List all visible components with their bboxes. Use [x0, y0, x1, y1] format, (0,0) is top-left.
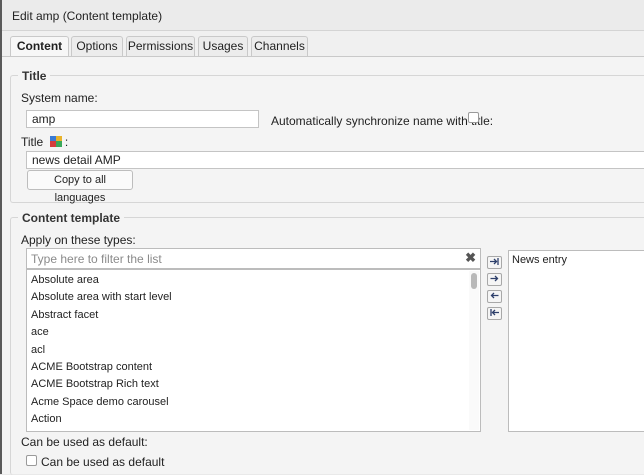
double-arrow-right-icon	[490, 258, 499, 265]
copy-to-all-languages-button[interactable]: Copy to all languages	[27, 170, 133, 204]
title-label-text: Title	[21, 135, 44, 149]
list-item[interactable]: Absolute area	[31, 274, 99, 286]
add-button[interactable]	[487, 273, 502, 286]
tab-channels[interactable]: Channels	[251, 36, 308, 56]
system-name-input[interactable]	[26, 110, 259, 128]
language-flag-icon	[49, 136, 62, 147]
arrow-right-icon	[490, 275, 499, 282]
tab-content[interactable]: Content	[10, 36, 69, 57]
content-template-legend: Content template	[18, 211, 125, 225]
list-item[interactable]: ace	[31, 326, 49, 338]
default-checkbox[interactable]	[26, 455, 37, 466]
clear-filter-icon[interactable]: ✖	[465, 250, 476, 266]
content-panel: Title System name: Automatically synchro…	[2, 57, 644, 475]
sync-name-label: Automatically synchronize name with titl…	[271, 114, 494, 128]
list-scrollbar-thumb[interactable]	[471, 273, 477, 289]
tab-options[interactable]: Options	[71, 36, 123, 56]
tab-bar: Content Options Permissions Usages Chann…	[2, 31, 644, 57]
window-titlebar: Edit amp (Content template)	[2, 0, 644, 31]
list-scrollbar[interactable]	[469, 271, 479, 430]
list-item[interactable]: acl	[31, 344, 45, 356]
type-filter-input[interactable]: Type here to filter the list ✖	[26, 248, 481, 269]
remove-all-button[interactable]	[487, 307, 502, 320]
remove-button[interactable]	[487, 290, 502, 303]
filter-placeholder: Type here to filter the list	[31, 252, 162, 266]
title-label: Title :	[21, 135, 68, 149]
double-arrow-left-icon	[490, 309, 499, 316]
default-section-label: Can be used as default:	[21, 435, 148, 449]
add-all-button[interactable]	[487, 256, 502, 269]
sync-name-checkbox[interactable]	[468, 112, 479, 123]
tab-usages[interactable]: Usages	[198, 36, 248, 56]
available-types-list[interactable]: Absolute area Absolute area with start l…	[26, 269, 481, 432]
list-item[interactable]: Abstract facet	[31, 309, 98, 321]
default-checkbox-label[interactable]: Can be used as default	[41, 455, 164, 469]
apply-types-label: Apply on these types:	[21, 233, 136, 247]
list-item[interactable]: News entry	[512, 254, 567, 266]
tab-permissions[interactable]: Permissions	[126, 36, 195, 56]
list-item[interactable]: Acme Space demo carousel	[31, 396, 169, 408]
list-item[interactable]: ACME Bootstrap content	[31, 361, 152, 373]
title-label-suffix: :	[64, 135, 69, 149]
list-item[interactable]: Absolute area with start level	[31, 291, 172, 303]
selected-types-list[interactable]: News entry	[508, 250, 644, 432]
title-legend: Title	[18, 69, 51, 83]
window-title: Edit amp (Content template)	[12, 9, 163, 23]
arrow-left-icon	[490, 292, 499, 299]
list-item[interactable]: Action	[31, 413, 62, 425]
list-item[interactable]: ACME Bootstrap Rich text	[31, 378, 159, 390]
title-input[interactable]	[26, 151, 644, 169]
system-name-label: System name:	[21, 91, 98, 105]
